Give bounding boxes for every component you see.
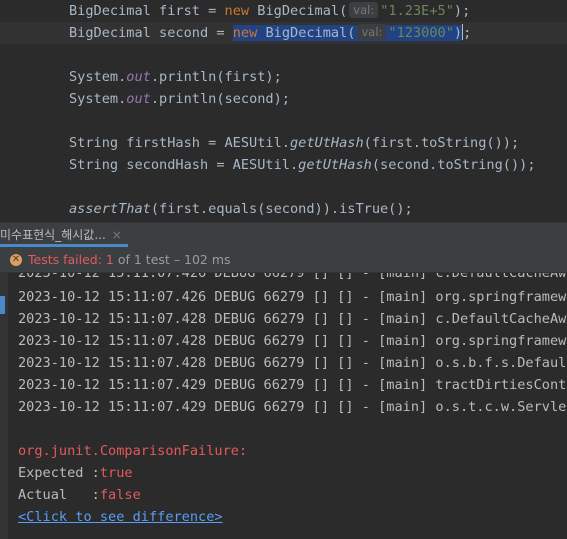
operator: = bbox=[216, 25, 225, 41]
operator: = bbox=[208, 3, 217, 19]
code-text: (second.toString()); bbox=[371, 157, 536, 173]
method-call: getUtHash bbox=[298, 157, 372, 173]
field-out: out bbox=[126, 69, 151, 85]
method-call: getUtHash bbox=[289, 135, 364, 151]
code-line-second[interactable]: BigDecimal second = new BigDecimal(val: "… bbox=[0, 22, 567, 44]
param-hint: val: bbox=[349, 2, 379, 18]
log-line: 2023-10-12 15:11:07.426 DEBUG 66279 [] [… bbox=[18, 273, 567, 281]
constructor: BigDecimal( bbox=[265, 25, 356, 41]
code-text: .println(first); bbox=[150, 69, 282, 85]
new-keyword: new bbox=[224, 3, 250, 19]
type-name: BigDecimal bbox=[69, 25, 151, 41]
method-call: assertThat bbox=[69, 201, 151, 217]
code-text: .println(second); bbox=[150, 91, 290, 107]
failed-count: 1 bbox=[105, 252, 114, 267]
code-text: System. bbox=[69, 91, 127, 107]
gutter-marker bbox=[0, 296, 5, 314]
see-difference-link[interactable]: <Click to see difference> bbox=[18, 506, 223, 528]
code-line-assert[interactable]: assertThat(first.equals(second)).isTrue(… bbox=[69, 198, 413, 220]
actual-line: Actual :false bbox=[18, 484, 141, 506]
expected-label: Expected : bbox=[18, 465, 100, 481]
failure-message: org.junit.ComparisonFailure: bbox=[18, 443, 248, 459]
param-hint: val: bbox=[357, 24, 387, 40]
code-text: (first.equals(second)).isTrue(); bbox=[150, 201, 413, 217]
code-line-println-first[interactable]: System.out.println(first); bbox=[69, 66, 282, 88]
close-paren: ) bbox=[453, 25, 463, 41]
var-name: second bbox=[159, 25, 209, 41]
code-editor[interactable]: BigDecimal first = new BigDecimal(val: "1… bbox=[0, 0, 567, 222]
console-gutter bbox=[0, 273, 8, 539]
code-text: (first.toString()); bbox=[363, 135, 520, 151]
code-text: String secondHash = AESUtil. bbox=[69, 157, 299, 173]
log-line: 2023-10-12 15:11:07.428 DEBUG 66279 [] [… bbox=[18, 355, 567, 371]
log-line: 2023-10-12 15:11:07.429 DEBUG 66279 [] [… bbox=[18, 377, 567, 393]
status-prefix: Tests failed: bbox=[28, 252, 106, 267]
string-literal: "1.23E+5" bbox=[380, 3, 454, 19]
test-status-text: Tests failed: 1 of 1 test – 102 ms bbox=[28, 247, 231, 273]
test-status-bar: ✕ Tests failed: 1 of 1 test – 102 ms bbox=[0, 247, 567, 273]
constructor: BigDecimal( bbox=[257, 3, 348, 19]
run-tab-bar: 미수표현식_해시값... × bbox=[0, 222, 567, 247]
log-line: 2023-10-12 15:11:07.429 DEBUG 66279 [] [… bbox=[18, 399, 567, 415]
code-line-first-hash[interactable]: String firstHash = AESUtil.getUtHash(fir… bbox=[69, 132, 519, 154]
string-literal: "123000" bbox=[388, 25, 454, 41]
expected-line: Expected :true bbox=[18, 462, 133, 484]
new-keyword: new bbox=[232, 25, 258, 41]
code-line-second-hash[interactable]: String secondHash = AESUtil.getUtHash(se… bbox=[69, 154, 536, 176]
code-line-first[interactable]: BigDecimal first = new BigDecimal(val: "1… bbox=[69, 0, 470, 22]
actual-value: false bbox=[99, 487, 141, 503]
close-icon[interactable]: × bbox=[112, 228, 122, 242]
code-text: String firstHash = AESUtil. bbox=[69, 135, 290, 151]
selected-expression[interactable]: new BigDecimal(val: "123000") bbox=[232, 24, 463, 41]
code-text: System. bbox=[69, 69, 127, 85]
code-line-println-second[interactable]: System.out.println(second); bbox=[69, 88, 290, 110]
type-name: BigDecimal bbox=[69, 3, 151, 19]
log-line: 2023-10-12 15:11:07.428 DEBUG 66279 [] [… bbox=[18, 311, 567, 327]
actual-label: Actual : bbox=[18, 487, 100, 503]
log-line: 2023-10-12 15:11:07.426 DEBUG 66279 [] [… bbox=[18, 289, 567, 305]
error-icon: ✕ bbox=[10, 254, 22, 266]
var-name: first bbox=[159, 3, 200, 19]
tab-label: 미수표현식_해시값... bbox=[0, 228, 106, 242]
expected-value: true bbox=[99, 465, 133, 481]
semicolon: ; bbox=[463, 25, 472, 41]
log-line: 2023-10-12 15:11:07.428 DEBUG 66279 [] [… bbox=[18, 333, 567, 349]
statement-end: ); bbox=[453, 3, 471, 19]
field-out: out bbox=[126, 91, 151, 107]
console-output[interactable]: 2023-10-12 15:11:07.426 DEBUG 66279 [] [… bbox=[0, 273, 567, 539]
status-suffix: of 1 test – 102 ms bbox=[113, 252, 231, 267]
tab-test-run[interactable]: 미수표현식_해시값... × bbox=[0, 223, 128, 247]
